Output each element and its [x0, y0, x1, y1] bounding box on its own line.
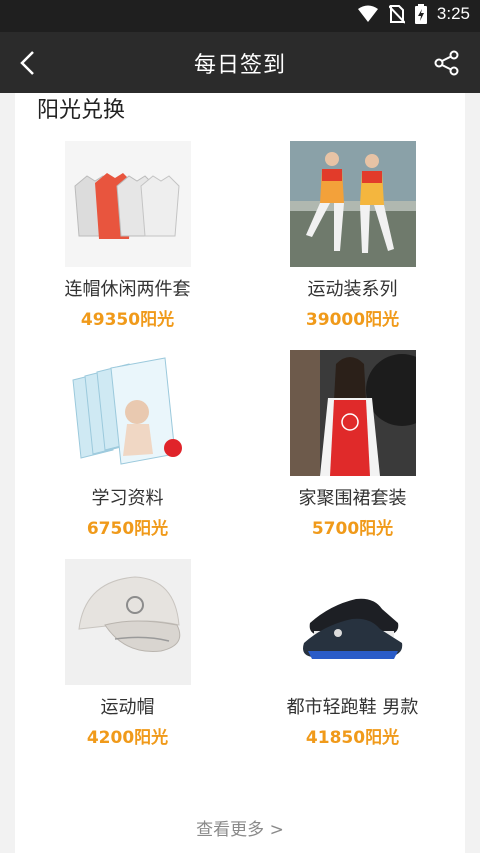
product-grid: 连帽休闲两件套 49350阳光 运动装系列 39000阳光 学习资料 6750阳… — [15, 141, 465, 750]
apron-image — [289, 350, 416, 476]
no-sim-icon — [388, 5, 405, 24]
product-price: 5700阳光 — [311, 519, 394, 539]
jacket-image — [64, 141, 191, 267]
status-icons: 3:25 — [357, 4, 470, 24]
app-bar: 每日签到 — [0, 32, 480, 93]
brochure-image — [64, 350, 191, 476]
cap-image — [64, 559, 191, 685]
share-button[interactable] — [432, 48, 462, 78]
section-title: 阳光兑换 — [37, 98, 126, 123]
share-icon — [434, 50, 459, 76]
page-title: 每日签到 — [193, 52, 286, 78]
product-image-sportswear[interactable] — [289, 141, 416, 267]
content: 阳光兑换 连帽休闲两件套 49350阳光 运动装系列 39000阳光 学习资料 … — [0, 93, 480, 853]
product-item[interactable]: 家聚围裙套装 5700阳光 — [240, 350, 465, 541]
product-item[interactable]: 连帽休闲两件套 49350阳光 — [15, 141, 240, 332]
product-name: 运动装系列 — [307, 279, 398, 300]
product-image-sports-cap[interactable] — [64, 559, 191, 685]
product-image-apron-set[interactable] — [289, 350, 416, 476]
shoes-image — [289, 559, 416, 685]
product-name: 连帽休闲两件套 — [64, 279, 191, 300]
product-item[interactable]: 都市轻跑鞋 男款 41850阳光 — [240, 559, 465, 750]
product-image-study-materials[interactable] — [64, 350, 191, 476]
product-item[interactable]: 学习资料 6750阳光 — [15, 350, 240, 541]
status-bar: 3:25 — [0, 0, 480, 32]
product-price: 39000阳光 — [305, 310, 400, 330]
product-name: 家聚围裙套装 — [298, 488, 407, 509]
wifi-icon — [357, 5, 378, 22]
status-time: 3:25 — [436, 4, 470, 23]
product-image-running-shoes[interactable] — [289, 559, 416, 685]
product-price: 41850阳光 — [305, 728, 400, 748]
sportswear-image — [289, 141, 416, 267]
battery-icon — [414, 4, 427, 24]
product-item[interactable]: 运动帽 4200阳光 — [15, 559, 240, 750]
view-more-link[interactable]: 查看更多 > — [15, 815, 465, 840]
exchange-card: 阳光兑换 连帽休闲两件套 49350阳光 运动装系列 39000阳光 学习资料 … — [15, 93, 465, 853]
product-price: 49350阳光 — [80, 310, 175, 330]
product-item[interactable]: 运动装系列 39000阳光 — [240, 141, 465, 332]
product-name: 都市轻跑鞋 男款 — [286, 697, 419, 718]
product-price: 4200阳光 — [86, 728, 169, 748]
product-name: 运动帽 — [100, 697, 155, 718]
product-name: 学习资料 — [91, 488, 164, 509]
product-image-hoodie-set[interactable] — [64, 141, 191, 267]
product-price: 6750阳光 — [86, 519, 169, 539]
